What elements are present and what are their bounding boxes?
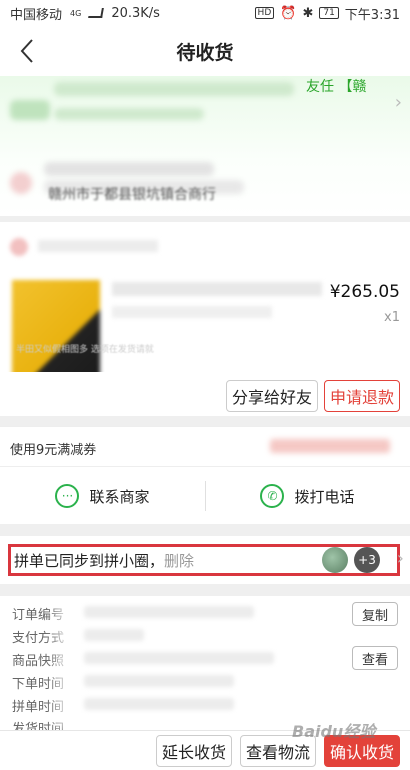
refund-button[interactable]: 申请退款 [324,380,400,412]
signal-icon [88,8,105,18]
view-snapshot-button[interactable]: 查看 [352,646,398,670]
chevron-right-icon: › [394,92,402,113]
coupon-row: 使用9元满减券 [0,426,410,466]
store-name [38,240,158,252]
share-button[interactable]: 分享给好友 [226,380,318,412]
store-badge [10,238,28,256]
product-image-caption: 半田又似假相图多 选项在发货请就 [16,345,154,355]
page-title: 待收货 [176,41,234,64]
back-arrow-icon [20,39,33,63]
address-text: 赣州市于都县银坑镇合商行 [48,187,216,203]
contact-row: ··· 联系商家 ✆ 拨打电话 [0,466,410,524]
contact-merchant-button[interactable]: ··· 联系商家 [0,467,205,525]
call-label: 拨打电话 [294,487,355,506]
chat-icon: ··· [55,484,80,508]
order-value [84,629,144,641]
call-button[interactable]: ✆ 拨打电话 [205,467,410,525]
order-info: 订单编号 支付方式 商品快照 下单时间 拼单时间 发货时间 复制 查看 [0,596,410,730]
contact-merchant-label: 联系商家 [89,487,150,506]
coupon-value [270,439,390,453]
status-bar: 中国移动 4G 20.3K/s HD ⏰ ✱ 71 下午3:31 [0,0,410,26]
watermark: Baidu经验 [292,722,376,741]
banner-text: 友任 【赣 [306,79,367,95]
extra-members-badge: +3 [354,547,380,573]
extend-receipt-button[interactable]: 延长收货 [156,735,232,767]
phone-icon: ✆ [260,484,285,508]
back-button[interactable] [12,36,42,66]
coupon-label: 使用9元满减券 [10,443,97,458]
top-bar: 待收货 [0,26,410,76]
hd-icon: HD [254,7,275,19]
group-sync-text: 拼单已同步到拼小圈，删除 [14,550,194,571]
product-quantity: x1 [384,310,400,325]
product-image [12,280,100,386]
carrier-label: 中国移动 [10,7,63,23]
product-price: ¥265.05 [329,282,400,302]
order-value [84,675,234,687]
avatar [322,547,348,573]
clock: 下午3:31 [344,7,400,23]
order-value [84,698,234,710]
group-delete-link[interactable]: 删除 [164,552,194,570]
network-speed: 20.3K/s [111,5,160,21]
battery-icon: 71 [319,7,339,19]
product-spec [112,306,272,318]
order-value [84,652,274,664]
order-value [84,606,254,618]
product-title [112,282,322,296]
product-actions: 分享给好友 申请退款 [0,372,410,416]
alarm-icon: ⏰ [280,5,297,21]
product-card[interactable]: 半田又似假相图多 选项在发货请就 ¥265.05 x1 [0,222,410,386]
bluetooth-icon: ✱ [302,5,314,21]
group-sync-label: 拼单已同步到拼小圈， [14,552,165,570]
copy-button[interactable]: 复制 [352,602,398,626]
network-badge: 4G [70,8,82,18]
chevron-right-icon: › [396,548,404,569]
